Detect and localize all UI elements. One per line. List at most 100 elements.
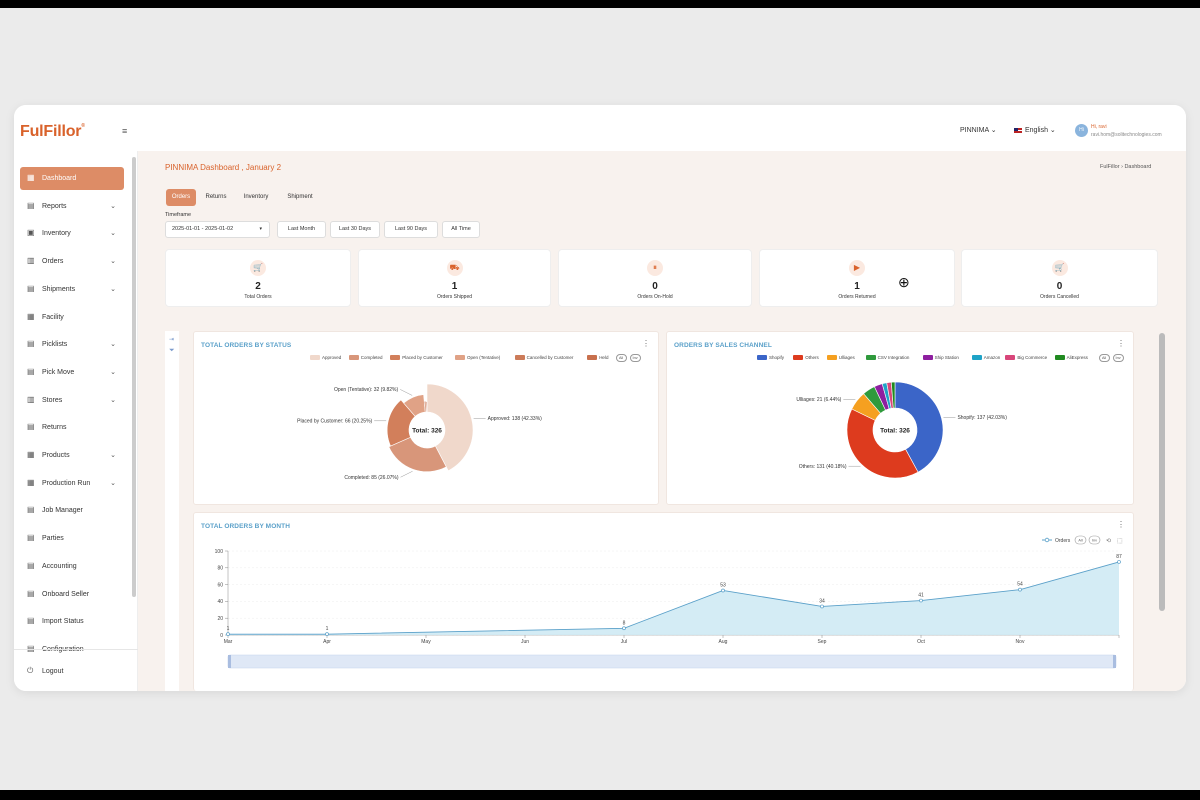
last-90-days-button[interactable]: Last 90 Days (384, 221, 438, 238)
data-point[interactable] (226, 632, 230, 637)
kpi-label: Orders Returned (838, 294, 876, 300)
slice-label-leader (400, 389, 413, 396)
data-point[interactable] (325, 632, 329, 637)
data-point[interactable] (622, 626, 626, 631)
orders-by-status-card: TOTAL ORDERS BY STATUS ⋮ Approved Complet… (193, 331, 659, 505)
store-selector[interactable]: PINNIMA ⌄ (960, 126, 997, 134)
sidebar-item-inventory[interactable]: ▣ Inventory ⌄ (20, 222, 124, 245)
y-tick-label: 100 (215, 549, 224, 555)
kpi-label: Orders Shipped (436, 294, 473, 300)
date-range-input[interactable]: 2025-01-01 - 2025-01-02 ▾ (165, 221, 270, 238)
channel-pie-chart: Shopify: 137 (42.03%) Others: 131 (40.18%… (796, 381, 1007, 479)
tab-inventory[interactable]: Inventory (238, 189, 274, 206)
data-point[interactable] (721, 588, 725, 593)
pick-move-icon: ▤ (27, 366, 35, 376)
facility-icon: ▦ (27, 311, 35, 321)
chevron-down-icon: ⌄ (110, 230, 116, 238)
data-label: 1 (326, 626, 329, 632)
orders-by-month-chart: Orders All Inv ⟲ ⬚ 0 20 40 60 80 100 Mar Apr May Jun Ju… (215, 535, 1123, 669)
x-tick-label: Mar (224, 639, 233, 645)
sidebar-item-returns[interactable]: ▤ Returns (20, 416, 124, 439)
page-title: PINNIMA Dashboard , January 2 (165, 163, 282, 172)
slice-label: Shopify: 137 (42.03%) (957, 415, 1007, 421)
expand-icon[interactable]: ⇥ (169, 336, 174, 343)
tab-returns[interactable]: Returns (200, 189, 232, 206)
chevron-down-icon: ⌄ (110, 368, 116, 376)
sidebar-item-picklists[interactable]: ▤ Picklists ⌄ (20, 333, 124, 356)
sidebar-item-products[interactable]: ▦ Products ⌄ (20, 444, 124, 467)
all-time-button[interactable]: All Time (442, 221, 480, 238)
last-month-button[interactable]: Last Month (277, 221, 326, 238)
user-greeting: Hi, ravi (1091, 124, 1107, 130)
data-point[interactable] (820, 604, 824, 609)
main-scrollbar[interactable] (1159, 333, 1165, 611)
sidebar-item-import-status[interactable]: ▤ Import Status (20, 610, 124, 633)
sidebar-item-job-manager[interactable]: ▤ Job Manager (20, 499, 124, 522)
zoom-select-icon[interactable]: ⬚ (1117, 539, 1123, 545)
zoom-handle-right[interactable] (1113, 655, 1116, 668)
y-tick-label: 80 (217, 566, 223, 572)
breadcrumb[interactable]: FulFillor › Dashboard (1100, 164, 1151, 170)
sidebar-item-stores[interactable]: ▥ Stores ⌄ (20, 389, 124, 412)
toggle-label: Inv (1092, 539, 1097, 543)
restore-icon[interactable]: ⟲ (1106, 539, 1111, 545)
main-content: PINNIMA Dashboard , January 2 FulFillor … (138, 151, 1186, 691)
chart-filter-strip: ⇥ ⏷ (165, 331, 179, 691)
tab-orders[interactable]: Orders (166, 189, 196, 206)
sidebar-item-label: Parties (42, 535, 64, 543)
kpi-orders-on-hold[interactable]: ⏸ 0 Orders On-Hold (558, 249, 752, 307)
data-point[interactable] (919, 598, 923, 603)
filter-icon[interactable]: ⏷ (169, 347, 175, 355)
sidebar-item-facility[interactable]: ▦ Facility (20, 306, 124, 329)
y-tick-label: 40 (217, 599, 223, 605)
sidebar-item-label: Job Manager (42, 507, 83, 515)
sidebar-item-shipments[interactable]: ▤ Shipments ⌄ (20, 278, 124, 301)
slice-label-leader (400, 471, 413, 478)
sidebar-scrollbar[interactable] (132, 157, 136, 597)
sidebar-item-pick-move[interactable]: ▤ Pick Move ⌄ (20, 361, 124, 384)
logout-button[interactable]: ⏻ Logout (20, 660, 124, 683)
products-icon: ▦ (27, 450, 35, 459)
last-30-days-button[interactable]: Last 30 Days (330, 221, 380, 238)
avatar[interactable]: Hi (1075, 124, 1088, 137)
sidebar-item-label: Onboard Seller (42, 590, 90, 598)
reports-icon: ▤ (27, 200, 35, 210)
sidebar-item-dashboard[interactable]: ▦ Dashboard (20, 167, 124, 190)
menu-collapse-icon[interactable]: ≡ (122, 126, 127, 136)
parties-icon: ▤ (27, 533, 35, 543)
series-legend-marker (1044, 537, 1050, 543)
user-email: ravi.hom@solitechnologies.com (1091, 132, 1162, 138)
tab-shipment[interactable]: Shipment (280, 189, 320, 206)
sidebar-item-label: Returns (42, 424, 67, 432)
data-point[interactable] (1018, 587, 1022, 592)
slice-label: Approved: 138 (42.33%) (488, 416, 543, 422)
kpi-total-orders[interactable]: 🛒 2 Total Orders (165, 249, 351, 307)
logo: FulFillor® (20, 123, 85, 140)
kpi-orders-returned[interactable]: ▶ 1 Orders Returned (759, 249, 955, 307)
chevron-down-icon: ⌄ (110, 479, 116, 487)
status-pie-chart: Approved: 138 (42.33%) Completed: 85 (26.… (297, 383, 543, 481)
y-tick-label: 20 (217, 616, 223, 622)
y-tick-label: 60 (217, 582, 223, 588)
sidebar-item-label: Import Status (42, 618, 84, 626)
sidebar-item-production-run[interactable]: ▦ Production Run ⌄ (20, 472, 124, 495)
sidebar-item-orders[interactable]: ▥ Orders ⌄ (20, 250, 124, 273)
logout-label: Logout (42, 668, 64, 675)
series-legend-label[interactable]: Orders (1055, 538, 1071, 544)
pie-slice-held[interactable] (425, 401, 428, 413)
kpi-orders-cancelled[interactable]: 🛒 0 Orders Cancelled (961, 249, 1158, 307)
sidebar-item-parties[interactable]: ▤ Parties (20, 527, 124, 550)
sidebar-item-accounting[interactable]: ▤ Accounting (20, 555, 124, 578)
kpi-orders-shipped[interactable]: ⛟ 1 Orders Shipped (358, 249, 551, 307)
data-point[interactable] (1117, 560, 1121, 564)
zoom-slider[interactable] (227, 654, 1117, 669)
chevron-down-icon: ⌄ (990, 127, 997, 134)
slice-label: Completed: 85 (26.07%) (344, 475, 399, 481)
sidebar-item-onboard-seller[interactable]: ▤ Onboard Seller (20, 583, 124, 606)
zoom-handle-left[interactable] (228, 655, 231, 668)
language-selector[interactable]: English ⌄ (1014, 126, 1056, 134)
sidebar-item-reports[interactable]: ▤ Reports ⌄ (20, 195, 124, 218)
kpi-value: 0 (652, 281, 658, 292)
data-label: 54 (1017, 582, 1023, 588)
x-tick-label: Apr (323, 639, 331, 645)
